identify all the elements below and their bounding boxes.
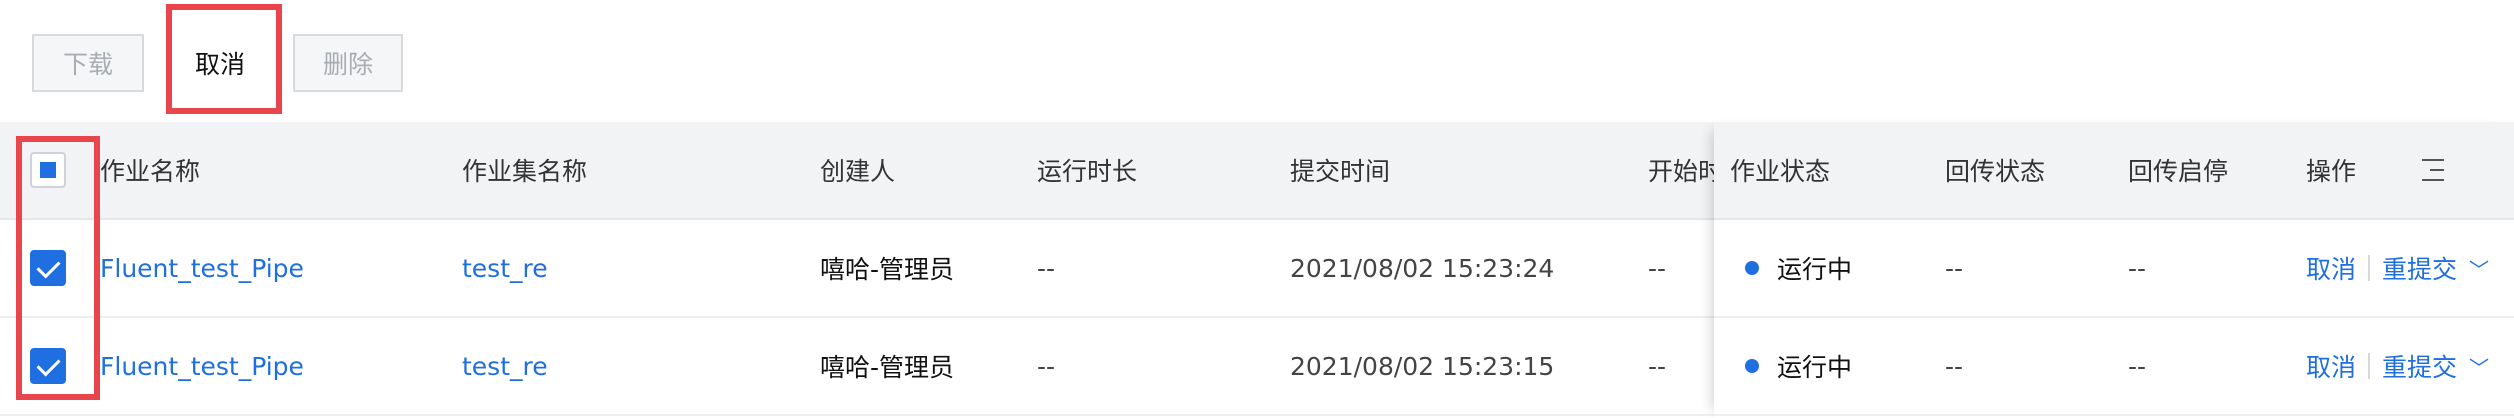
select-all-checkbox[interactable] bbox=[30, 152, 66, 188]
status-dot-icon bbox=[1745, 359, 1759, 373]
duration-cell: -- bbox=[1037, 351, 1056, 381]
submit-time-cell: 2021/08/02 15:23:24 bbox=[1290, 253, 1555, 283]
return-toggle-cell: -- bbox=[2128, 351, 2147, 381]
column-header-submit-time: 提交时间 bbox=[1290, 157, 1391, 186]
actions-cell: 取消 重提交 ﹀ bbox=[2306, 220, 2489, 316]
action-divider bbox=[2368, 255, 2371, 281]
row-checkbox[interactable] bbox=[30, 250, 66, 286]
column-header-return-toggle: 回传启停 bbox=[2128, 157, 2229, 186]
download-button[interactable]: 下载 bbox=[32, 34, 144, 92]
resubmit-action-link[interactable]: 重提交 bbox=[2382, 250, 2457, 286]
resubmit-action-link[interactable]: 重提交 bbox=[2382, 348, 2457, 384]
table-header: 作业名称 作业集名称 创建人 运行时长 提交时间 开始时 作业状态 回传状态 回… bbox=[0, 122, 2514, 220]
submit-time-cell: 2021/08/02 15:23:15 bbox=[1290, 351, 1555, 381]
return-status-cell: -- bbox=[1945, 253, 1964, 283]
return-toggle-cell: -- bbox=[2128, 253, 2147, 283]
table-row: Fluent_test_Pipe test_re 嘻哈-管理员 -- 2021/… bbox=[0, 220, 2514, 318]
column-header-actions: 操作 bbox=[2306, 157, 2357, 186]
cancel-action-link[interactable]: 取消 bbox=[2306, 250, 2356, 286]
job-name-link[interactable]: Fluent_test_Pipe bbox=[100, 220, 304, 316]
cancel-action-link[interactable]: 取消 bbox=[2306, 348, 2356, 384]
actions-cell: 取消 重提交 ﹀ bbox=[2306, 318, 2489, 414]
chevron-down-icon[interactable]: ﹀ bbox=[2469, 254, 2489, 283]
creator-cell: 嘻哈-管理员 bbox=[820, 353, 955, 382]
column-header-status: 作业状态 bbox=[1730, 157, 1831, 186]
duration-cell: -- bbox=[1037, 253, 1056, 283]
delete-button[interactable]: 删除 bbox=[293, 34, 403, 92]
status-dot-icon bbox=[1745, 261, 1759, 275]
status-cell: 运行中 bbox=[1745, 220, 1852, 316]
column-header-job-name: 作业名称 bbox=[100, 157, 201, 186]
column-header-duration: 运行时长 bbox=[1037, 157, 1138, 186]
column-header-return-status: 回传状态 bbox=[1945, 157, 2046, 186]
job-name-link[interactable]: Fluent_test_Pipe bbox=[100, 318, 304, 414]
creator-cell: 嘻哈-管理员 bbox=[820, 255, 955, 284]
column-settings-icon[interactable] bbox=[2418, 159, 2444, 181]
status-label: 运行中 bbox=[1777, 353, 1853, 382]
row-checkbox[interactable] bbox=[30, 348, 66, 384]
return-status-cell: -- bbox=[1945, 351, 1964, 381]
jobset-name-link[interactable]: test_re bbox=[462, 318, 548, 414]
chevron-down-icon[interactable]: ﹀ bbox=[2469, 352, 2489, 381]
column-header-start-time: 开始时 bbox=[1648, 157, 1714, 186]
action-divider bbox=[2368, 353, 2371, 379]
start-time-cell: -- bbox=[1648, 351, 1667, 381]
status-cell: 运行中 bbox=[1745, 318, 1852, 414]
column-header-creator: 创建人 bbox=[820, 157, 896, 186]
job-table: 作业名称 作业集名称 创建人 运行时长 提交时间 开始时 作业状态 回传状态 回… bbox=[0, 122, 2514, 418]
start-time-cell: -- bbox=[1648, 253, 1667, 283]
table-row: Fluent_test_Pipe test_re 嘻哈-管理员 -- 2021/… bbox=[0, 318, 2514, 416]
jobset-name-link[interactable]: test_re bbox=[462, 220, 548, 316]
cancel-button[interactable]: 取消 bbox=[170, 34, 270, 92]
status-label: 运行中 bbox=[1777, 255, 1853, 284]
column-header-jobset-name: 作业集名称 bbox=[462, 157, 588, 186]
